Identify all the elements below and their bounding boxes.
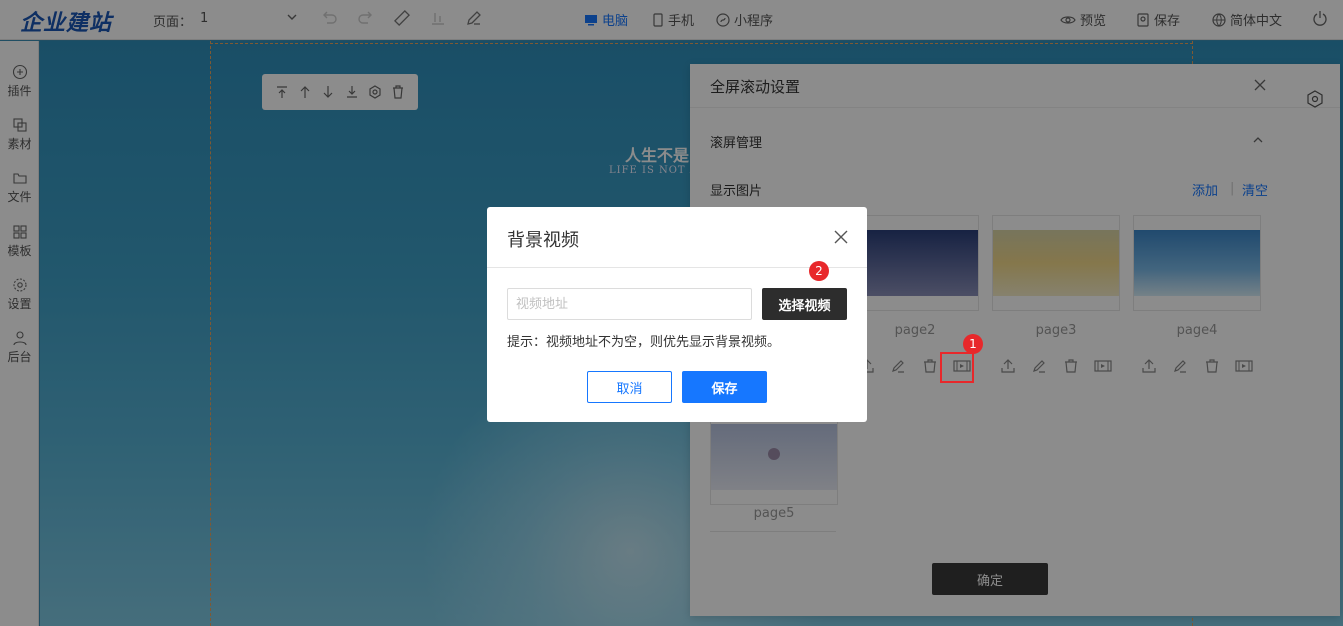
background-video-dialog: 背景视频 选择视频 2 提示：视频地址不为空，则优先显示背景视频。 取消 保存 [487,207,867,422]
dialog-tip: 提示：视频地址不为空，则优先显示背景视频。 [507,335,781,350]
step-badge: 1 [963,334,983,354]
select-video-button[interactable]: 选择视频 [762,288,847,320]
save-button[interactable]: 保存 [682,371,767,403]
cancel-button[interactable]: 取消 [587,371,672,403]
step-badge: 2 [809,261,829,281]
video-icon-highlight [940,352,974,383]
dialog-title: 背景视频 [507,230,579,251]
video-url-input[interactable] [507,288,752,320]
close-icon[interactable] [833,229,849,245]
